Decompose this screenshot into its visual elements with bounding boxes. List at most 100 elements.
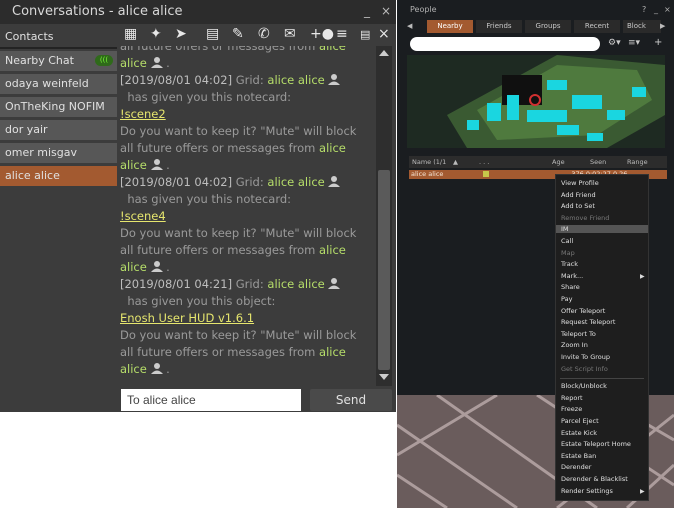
tab-scroll-left-icon[interactable]: ◀ xyxy=(407,22,412,30)
tab-label: alice alice xyxy=(5,169,60,182)
tab-alice-alice[interactable]: alice alice xyxy=(0,166,117,186)
sender-link[interactable]: alice alice xyxy=(267,73,324,87)
minimize-button[interactable]: _ xyxy=(654,5,658,14)
sender-link[interactable]: alice xyxy=(319,46,346,53)
tab-nearby-chat[interactable]: Nearby Chat ((( xyxy=(0,51,117,71)
menu-item-view-profile[interactable]: View Profile xyxy=(561,179,599,187)
menu-item-parcel-eject[interactable]: Parcel Eject xyxy=(561,417,599,425)
sort-menu-icon[interactable]: ≡▾ xyxy=(628,38,640,48)
chat-text: Do you want to keep it? "Mute" will bloc… xyxy=(120,226,357,240)
menu-item-track[interactable]: Track xyxy=(561,260,578,268)
tab-dor-yair[interactable]: dor yair xyxy=(0,120,117,140)
sender-link[interactable]: alice xyxy=(319,243,346,257)
menu-item-estate-kick[interactable]: Estate Kick xyxy=(561,429,597,437)
radar-minimap[interactable] xyxy=(407,55,665,148)
tab-nearby[interactable]: Nearby xyxy=(427,20,473,33)
options-menu-icon[interactable]: ≡ xyxy=(336,26,348,42)
chat-text: has given you this notecard: xyxy=(127,192,292,206)
column-range[interactable]: Range xyxy=(627,158,648,166)
chat-text: . xyxy=(166,158,170,172)
minimize-button[interactable]: _ xyxy=(364,4,370,18)
scroll-up-arrow-icon[interactable] xyxy=(379,50,389,56)
sender-link[interactable]: alice xyxy=(120,56,147,70)
menu-item-freeze[interactable]: Freeze xyxy=(561,405,582,413)
column-age[interactable]: Age xyxy=(552,158,565,166)
menu-item-derender-blacklist[interactable]: Derender & Blacklist xyxy=(561,475,628,483)
tab-contacts-label: Contacts xyxy=(5,30,54,43)
share-icon[interactable]: ✎ xyxy=(232,26,244,42)
send-button[interactable]: Send xyxy=(310,389,392,411)
scroll-thumb[interactable] xyxy=(378,170,390,370)
menu-item-add-friend[interactable]: Add Friend xyxy=(561,191,596,199)
chat-input[interactable] xyxy=(121,389,301,411)
menu-item-derender[interactable]: Derender xyxy=(561,463,591,471)
conversations-title-bar[interactable]: Conversations - alice alice _ × xyxy=(0,0,396,24)
call-icon[interactable]: ✆ xyxy=(258,26,270,42)
close-button[interactable]: × xyxy=(381,4,391,18)
tab-ontheking-nofim[interactable]: OnTheKing NOFIM xyxy=(0,97,117,117)
sender-link[interactable]: alice xyxy=(319,345,346,359)
column-name[interactable]: Name (1/1 xyxy=(412,158,446,166)
menu-item-zoom-in[interactable]: Zoom In xyxy=(561,341,588,349)
profile-icon[interactable]: ▦ xyxy=(124,26,137,42)
inventory-item-link[interactable]: !scene2 xyxy=(120,107,166,121)
chat-scrollbar[interactable] xyxy=(376,46,392,386)
menu-item-estate-ban[interactable]: Estate Ban xyxy=(561,452,596,460)
menu-item-block-unblock[interactable]: Block/Unblock xyxy=(561,382,607,390)
menu-item-estate-teleport-home[interactable]: Estate Teleport Home xyxy=(561,440,631,448)
menu-item-im[interactable]: IM xyxy=(556,225,648,234)
tab-odaya-weinfeld[interactable]: odaya weinfeld xyxy=(0,74,117,94)
add-participant-icon[interactable]: +● xyxy=(310,26,334,42)
menu-item-teleport-to[interactable]: Teleport To xyxy=(561,330,596,338)
menu-item-mark[interactable]: Mark... xyxy=(561,272,583,280)
help-button[interactable]: ? xyxy=(642,5,646,14)
sender-link[interactable]: alice xyxy=(120,260,147,274)
menu-item-call[interactable]: Call xyxy=(561,237,573,245)
sender-link[interactable]: alice alice xyxy=(267,277,324,291)
tab-label: omer misgav xyxy=(5,146,77,159)
gift-icon[interactable]: ▤ xyxy=(206,26,219,42)
conversation-toolbar: ▦ ✦ ➤ ▤ ✎ ✆ ✉ +● ≡ ▤ × xyxy=(120,24,396,46)
tab-scroll-right-icon[interactable]: ▶ xyxy=(660,22,665,30)
column-seen[interactable]: Seen xyxy=(590,158,606,166)
tab-contacts[interactable]: Contacts xyxy=(0,27,117,47)
menu-item-share[interactable]: Share xyxy=(561,283,580,291)
inventory-item-link[interactable]: Enosh User HUD v1.6.1 xyxy=(120,311,254,325)
close-conversation-icon[interactable]: × xyxy=(378,26,390,42)
chat-history: all future offers or messages from alice… xyxy=(120,46,374,386)
payment-info-icon xyxy=(483,171,489,177)
tab-block[interactable]: Block xyxy=(623,20,661,33)
menu-item-request-teleport[interactable]: Request Teleport xyxy=(561,318,615,326)
scroll-down-arrow-icon[interactable] xyxy=(379,374,389,380)
submenu-arrow-icon: ▶ xyxy=(640,272,645,280)
add-friend-icon[interactable]: ✦ xyxy=(150,26,162,42)
sender-link[interactable]: alice alice xyxy=(267,175,324,189)
menu-item-offer-teleport[interactable]: Offer Teleport xyxy=(561,307,605,315)
column-flags[interactable]: . . . xyxy=(479,158,489,166)
close-button[interactable]: × xyxy=(664,5,671,14)
chat-text: . xyxy=(166,362,170,376)
people-title-bar[interactable]: People ? _ × xyxy=(402,3,674,17)
inventory-item-link[interactable]: !scene4 xyxy=(120,209,166,223)
menu-item-report[interactable]: Report xyxy=(561,394,583,402)
sender-link[interactable]: alice xyxy=(319,141,346,155)
collapse-icon[interactable]: ▤ xyxy=(360,28,370,41)
menu-item-render-settings[interactable]: Render Settings xyxy=(561,487,613,495)
menu-item-add-to-set[interactable]: Add to Set xyxy=(561,202,595,210)
sender-link[interactable]: alice xyxy=(120,158,147,172)
people-search-input[interactable] xyxy=(410,37,600,51)
tab-friends[interactable]: Friends xyxy=(476,20,522,33)
menu-item-invite-to-group[interactable]: Invite To Group xyxy=(561,353,610,361)
tab-groups[interactable]: Groups xyxy=(525,20,571,33)
menu-item-remove-friend: Remove Friend xyxy=(561,213,610,222)
tab-label: OnTheKing NOFIM xyxy=(5,100,105,113)
tab-recent[interactable]: Recent xyxy=(574,20,620,33)
sender-link[interactable]: alice xyxy=(120,362,147,376)
add-icon[interactable]: + xyxy=(654,37,662,48)
gear-icon[interactable]: ⚙▾ xyxy=(608,38,621,48)
row-name: alice alice xyxy=(411,170,444,178)
tab-omer-misgav[interactable]: omer misgav xyxy=(0,143,117,163)
speech-bubble-icon[interactable]: ✉ xyxy=(284,26,296,42)
teleport-icon[interactable]: ➤ xyxy=(175,26,187,42)
menu-item-pay[interactable]: Pay xyxy=(561,295,572,303)
